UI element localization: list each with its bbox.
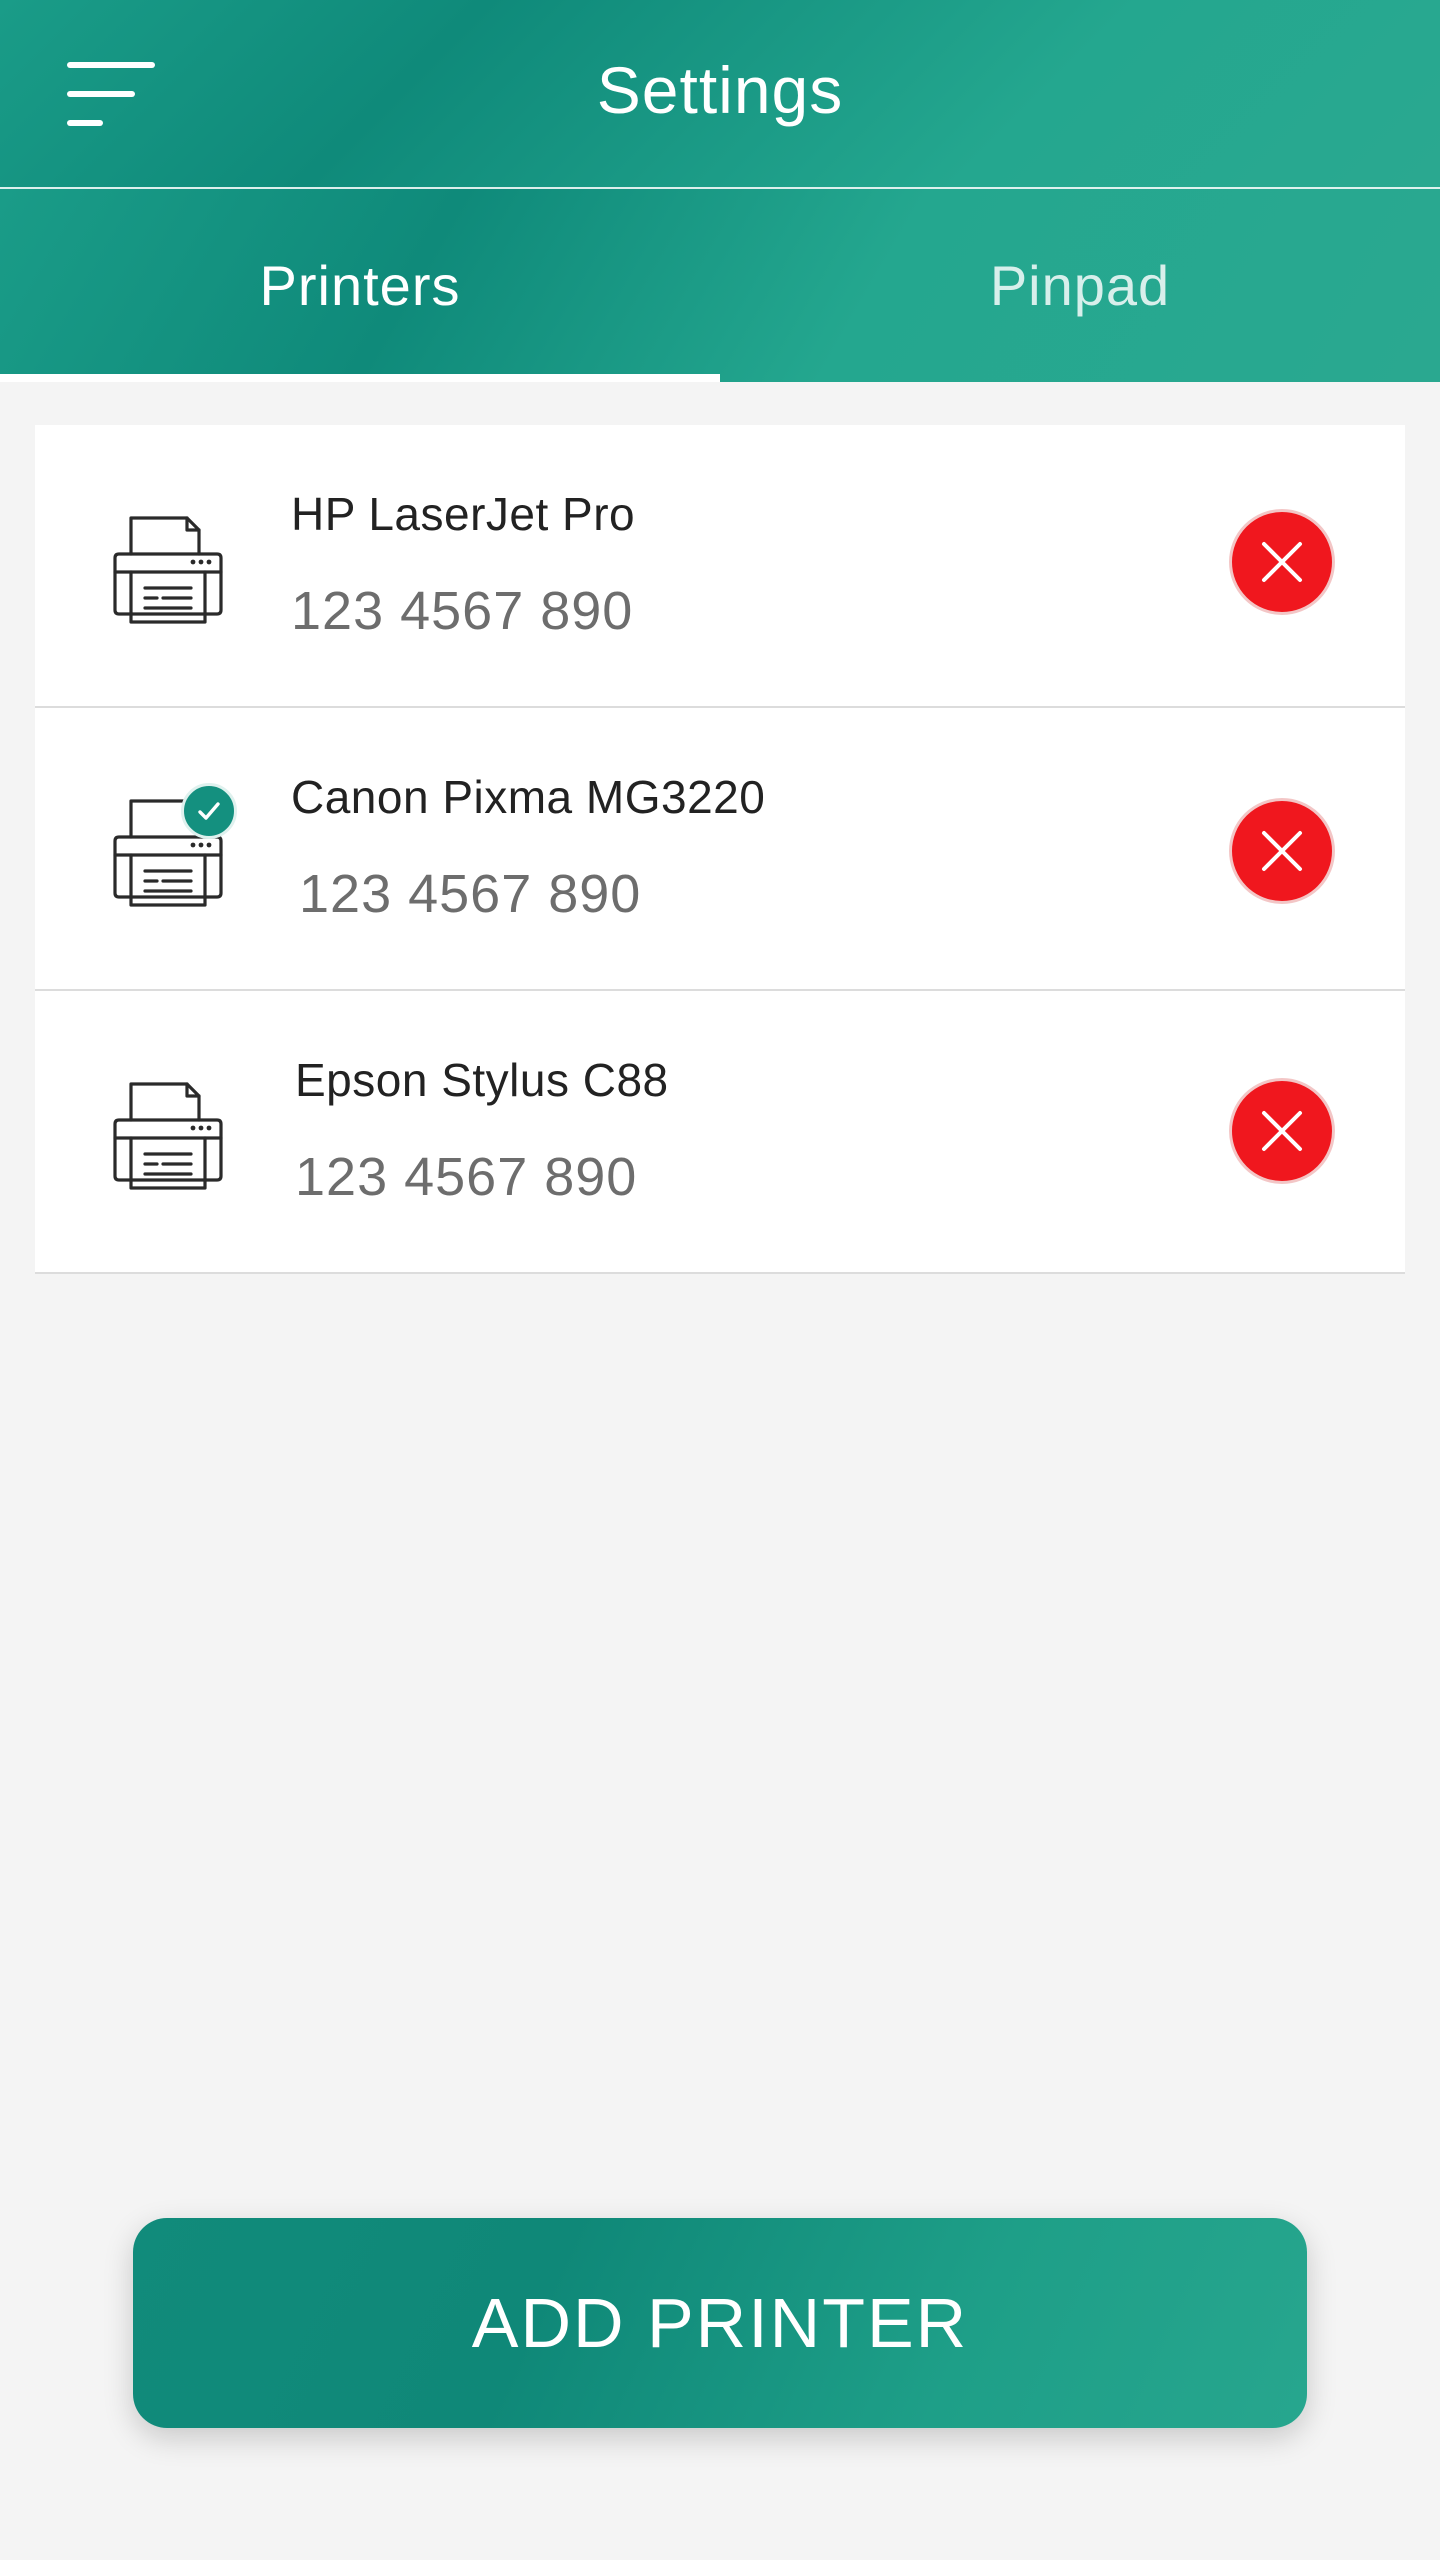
printer-number: 123 4567 890: [295, 1147, 638, 1207]
printer-name: Canon Pixma MG3220: [291, 771, 766, 823]
printer-number: 123 4567 890: [291, 581, 634, 641]
delete-printer-button[interactable]: [1229, 509, 1335, 615]
close-icon: [1262, 831, 1302, 871]
printer-icon: [109, 510, 227, 628]
printer-list: HP LaserJet Pro 123 4567 890 Canon Pixma…: [35, 425, 1405, 1274]
close-icon: [1262, 542, 1302, 582]
tab-printers[interactable]: Printers: [0, 189, 720, 382]
tab-bar: Printers Pinpad: [0, 189, 1440, 382]
add-printer-button[interactable]: ADD PRINTER: [133, 2218, 1307, 2428]
printer-icon: [109, 1076, 227, 1194]
selected-check-icon: [181, 783, 237, 839]
tab-printers-label: Printers: [259, 254, 461, 317]
page-title: Settings: [596, 53, 844, 127]
close-icon: [1262, 1111, 1302, 1151]
delete-printer-button[interactable]: [1229, 798, 1335, 904]
printer-name: HP LaserJet Pro: [291, 488, 636, 540]
active-tab-indicator: [0, 374, 720, 382]
printer-name: Epson Stylus C88: [295, 1054, 669, 1106]
printer-list-item[interactable]: Canon Pixma MG3220 123 4567 890: [35, 708, 1405, 991]
printer-number: 123 4567 890: [299, 864, 642, 924]
printer-list-item[interactable]: Epson Stylus C88 123 4567 890: [35, 991, 1405, 1274]
tab-pinpad[interactable]: Pinpad: [720, 189, 1440, 382]
tab-pinpad-label: Pinpad: [989, 254, 1171, 317]
app-bar: Settings: [0, 0, 1440, 189]
delete-printer-button[interactable]: [1229, 1078, 1335, 1184]
printer-list-item[interactable]: HP LaserJet Pro 123 4567 890: [35, 425, 1405, 708]
